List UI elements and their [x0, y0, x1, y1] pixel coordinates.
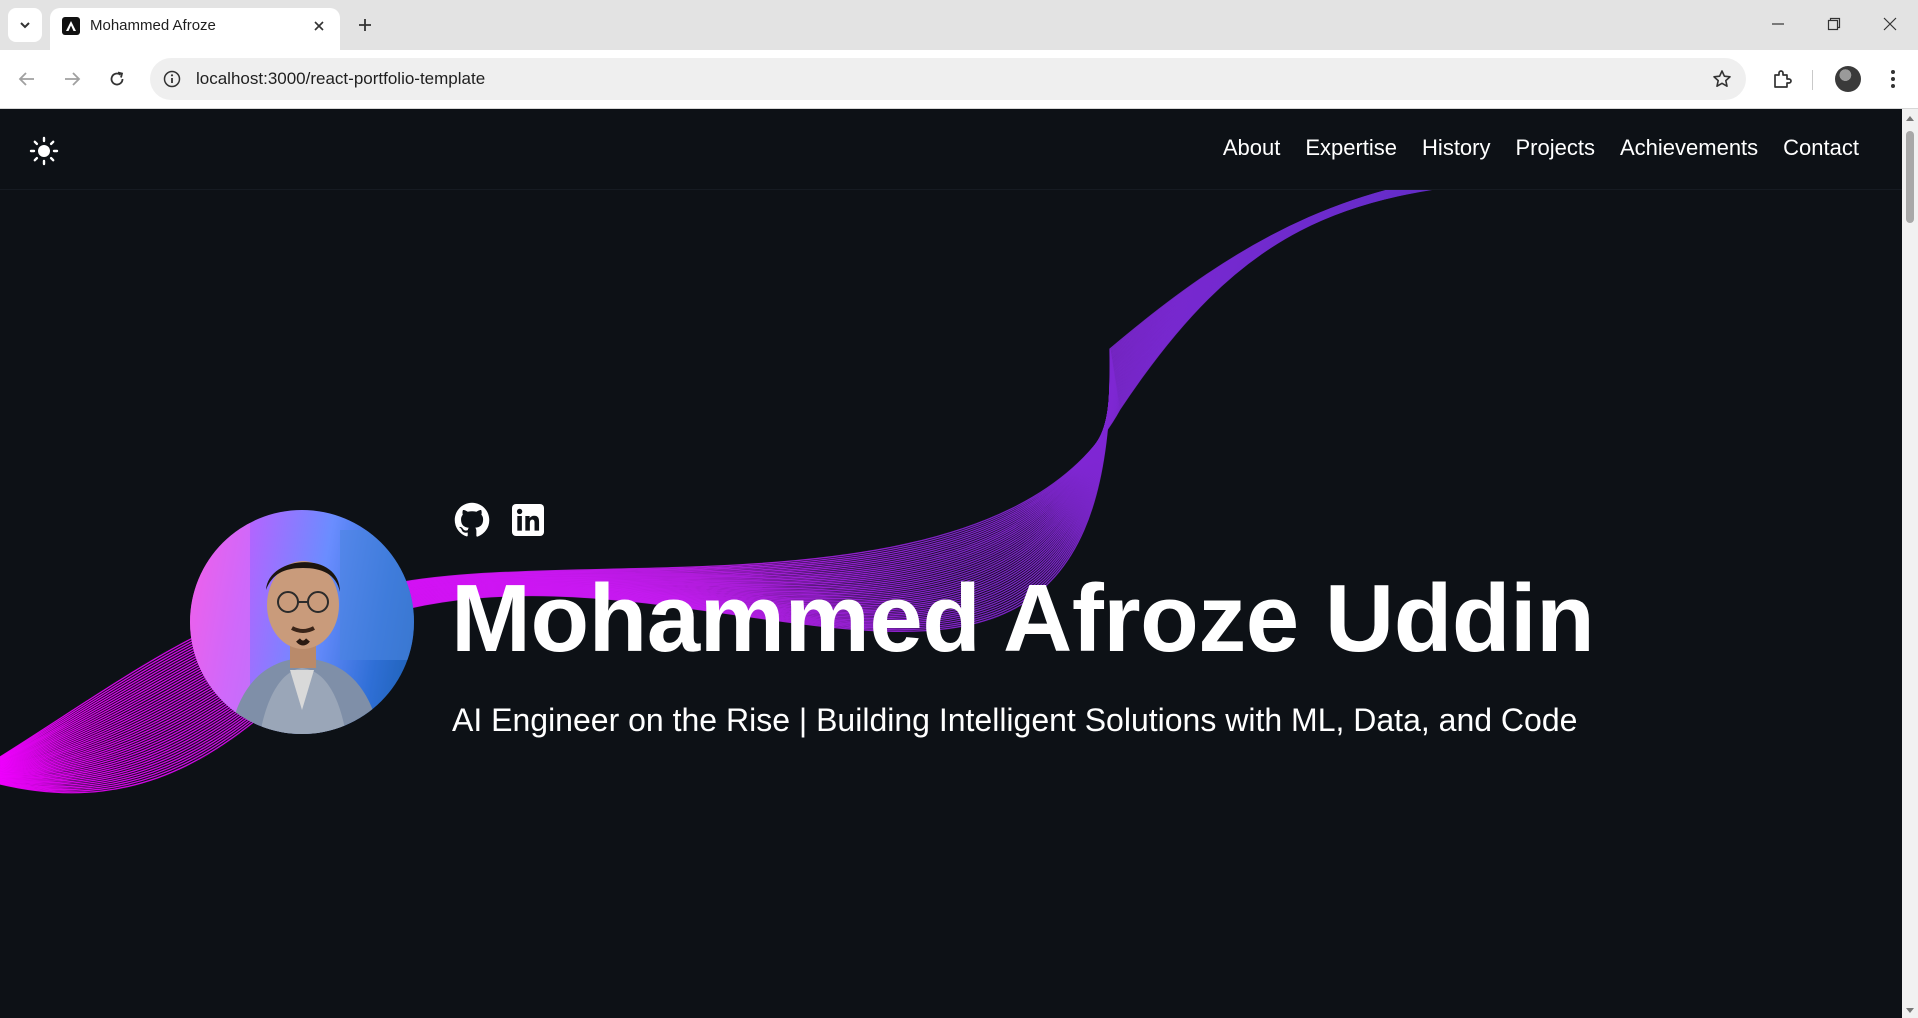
favicon-icon [62, 17, 80, 35]
arrow-left-icon [18, 72, 34, 86]
restore-icon [1827, 17, 1841, 31]
chevron-down-icon [20, 22, 30, 29]
close-window-button[interactable] [1867, 6, 1913, 42]
github-icon[interactable] [453, 501, 491, 539]
plus-icon [359, 19, 371, 31]
tab-search-button[interactable] [8, 8, 42, 42]
puzzle-icon [1774, 70, 1792, 88]
arrow-right-icon [65, 72, 81, 86]
toolbar-divider [1812, 70, 1813, 90]
close-tab-icon[interactable] [308, 15, 330, 37]
tab-title: Mohammed Afroze [90, 17, 216, 34]
nav-link-contact[interactable]: Contact [1783, 135, 1859, 161]
extensions-button[interactable] [1765, 62, 1799, 96]
page-scrollbar[interactable] [1902, 109, 1918, 1018]
linkedin-icon[interactable] [509, 501, 547, 539]
browser-toolbar: localhost:3000/react-portfolio-template [0, 50, 1918, 109]
nav-link-expertise[interactable]: Expertise [1305, 135, 1397, 161]
reload-button[interactable] [100, 62, 134, 96]
forward-button[interactable] [55, 62, 89, 96]
url-text: localhost:3000/react-portfolio-template [196, 69, 486, 88]
social-links [453, 501, 547, 539]
reload-icon [110, 71, 124, 86]
minimize-icon [1772, 23, 1784, 25]
scroll-up-arrow-icon[interactable] [1905, 113, 1915, 123]
site-info-icon[interactable] [162, 69, 182, 89]
sun-icon [29, 136, 59, 166]
nav-link-history[interactable]: History [1422, 135, 1490, 161]
portfolio-page: About Expertise History Projects Achieve… [0, 109, 1902, 1018]
more-vert-icon [1891, 70, 1895, 88]
site-navbar: About Expertise History Projects Achieve… [0, 109, 1902, 190]
close-icon [1883, 17, 1897, 31]
scroll-down-arrow-icon[interactable] [1905, 1006, 1915, 1016]
minimize-button[interactable] [1755, 6, 1801, 42]
browser-tab[interactable]: Mohammed Afroze [50, 8, 340, 50]
bookmark-star-icon[interactable] [1710, 67, 1734, 91]
new-tab-button[interactable] [350, 10, 380, 40]
hero-subtitle: AI Engineer on the Rise | Building Intel… [452, 702, 1578, 738]
avatar [1835, 66, 1861, 92]
nav-link-about[interactable]: About [1223, 135, 1281, 161]
profile-photo [190, 510, 414, 734]
back-button[interactable] [10, 62, 44, 96]
nav-link-projects[interactable]: Projects [1516, 135, 1595, 161]
nav-link-achievements[interactable]: Achievements [1620, 135, 1758, 161]
profile-button[interactable] [1831, 62, 1865, 96]
scrollbar-thumb[interactable] [1906, 131, 1914, 223]
browser-menu-button[interactable] [1876, 62, 1910, 96]
hero-name: Mohammed Afroze Uddin [451, 565, 1595, 672]
nav-links: About Expertise History Projects Achieve… [1223, 135, 1859, 161]
address-bar[interactable]: localhost:3000/react-portfolio-template [150, 58, 1746, 100]
browser-tab-bar: Mohammed Afroze [0, 0, 1918, 50]
theme-toggle-button[interactable] [28, 135, 60, 167]
restore-button[interactable] [1811, 6, 1857, 42]
